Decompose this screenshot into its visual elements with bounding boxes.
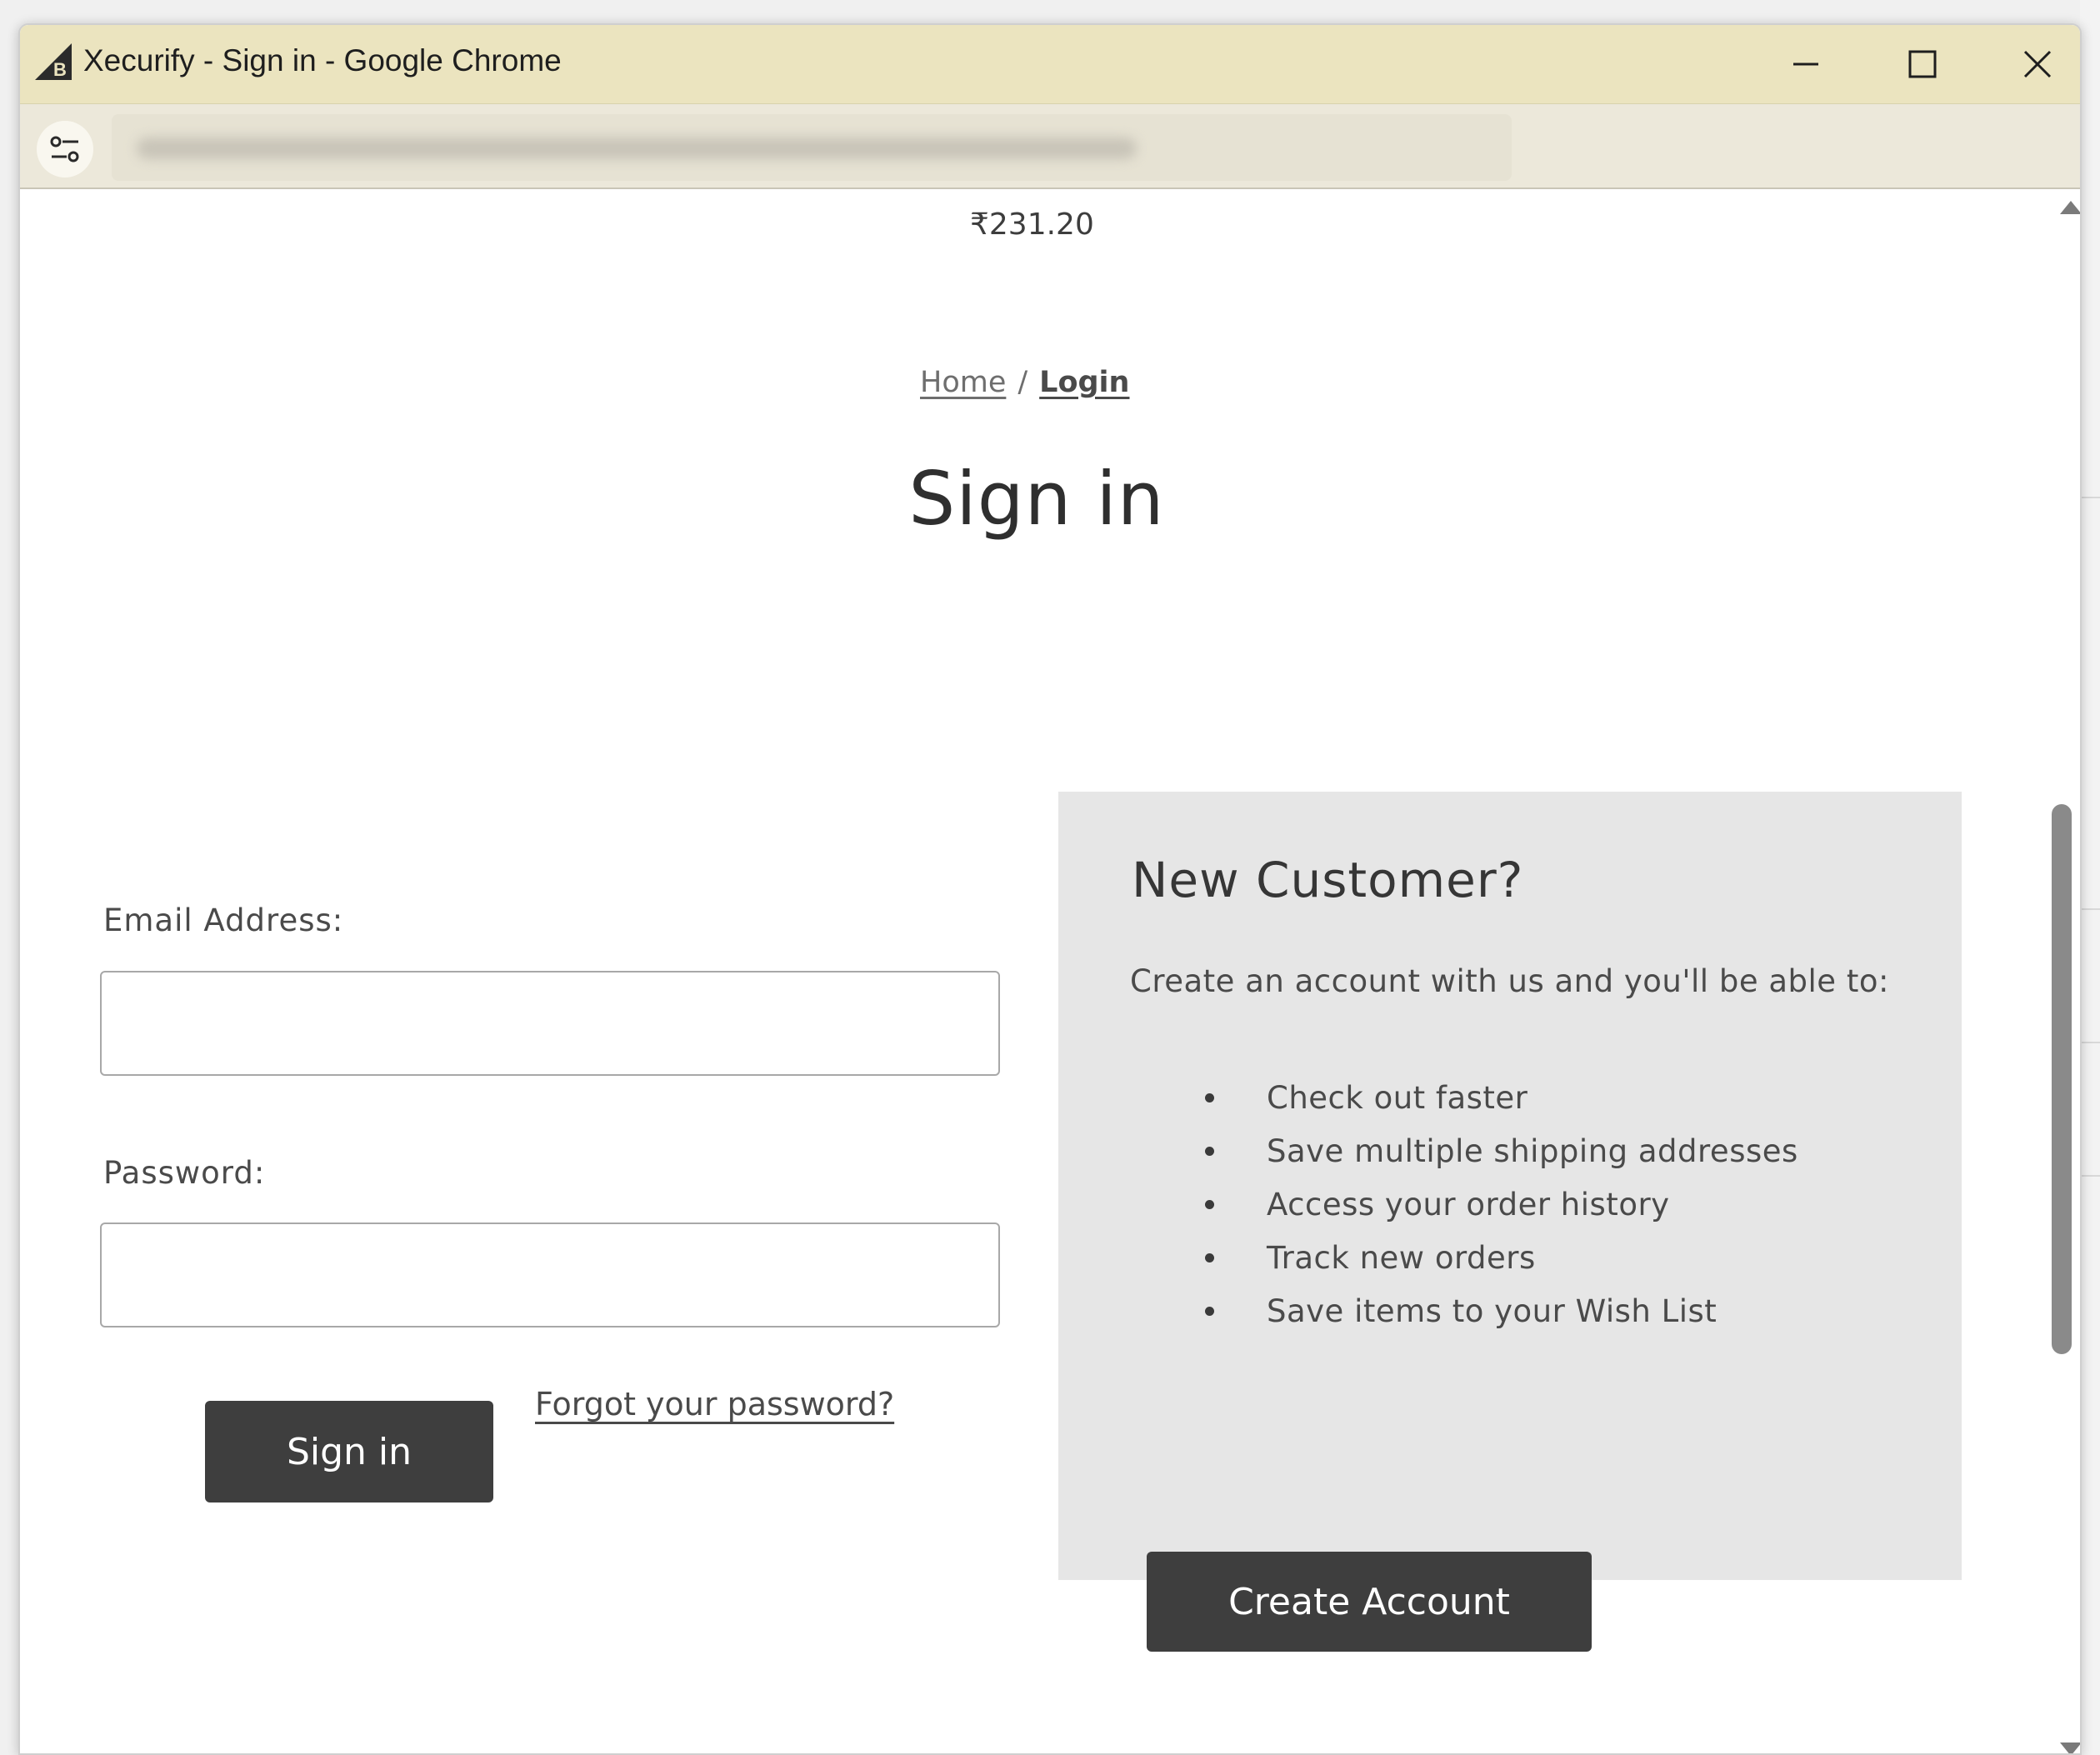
site-info-button[interactable] xyxy=(37,121,93,178)
window-title: Xecurify - Sign in - Google Chrome xyxy=(83,43,562,78)
email-field[interactable] xyxy=(100,971,1000,1076)
bullet-icon xyxy=(1205,1093,1214,1102)
forgot-password-link[interactable]: Forgot your password? xyxy=(535,1386,894,1422)
breadcrumb-separator: / xyxy=(1018,366,1028,399)
password-field[interactable] xyxy=(100,1222,1000,1328)
benefit-text: Save multiple shipping addresses xyxy=(1267,1133,1798,1169)
bullet-icon xyxy=(1205,1307,1214,1316)
blurred-url xyxy=(137,138,1137,159)
list-item: Track new orders xyxy=(1058,1232,1962,1285)
benefit-text: Save items to your Wish List xyxy=(1267,1293,1718,1329)
benefit-text: Track new orders xyxy=(1267,1240,1536,1276)
page-title: Sign in xyxy=(908,456,1165,542)
bullet-icon xyxy=(1205,1253,1214,1262)
desktop-background xyxy=(2080,0,2100,1755)
new-customer-panel: New Customer? Create an account with us … xyxy=(1058,792,1962,1652)
bullet-icon xyxy=(1205,1147,1214,1156)
desktop-divider xyxy=(2080,908,2100,910)
scroll-up-arrow-icon[interactable] xyxy=(2058,199,2082,216)
new-customer-heading: New Customer? xyxy=(1132,852,1524,908)
cart-total: ₹231.20 xyxy=(970,208,1094,242)
password-label: Password: xyxy=(103,1155,266,1191)
new-customer-intro: Create an account with us and you'll be … xyxy=(1130,963,1889,999)
benefit-text: Check out faster xyxy=(1267,1080,1528,1116)
title-bar[interactable]: B Xecurify - Sign in - Google Chrome xyxy=(20,25,2080,104)
benefits-list: Check out faster Save multiple shipping … xyxy=(1058,1072,1962,1338)
close-icon xyxy=(2023,50,2052,78)
minimize-icon xyxy=(1793,62,1818,66)
breadcrumb-home-link[interactable]: Home xyxy=(920,366,1006,399)
list-item: Access your order history xyxy=(1058,1178,1962,1232)
scroll-down-arrow-icon[interactable] xyxy=(2058,1741,2082,1755)
create-account-button[interactable]: Create Account xyxy=(1147,1552,1592,1652)
list-item: Save items to your Wish List xyxy=(1058,1285,1962,1338)
breadcrumb-current-link[interactable]: Login xyxy=(1039,366,1129,399)
scrollbar-thumb[interactable] xyxy=(2052,804,2072,1354)
desktop-divider xyxy=(2080,497,2100,498)
browser-window: B Xecurify - Sign in - Google Chrome ₹23… xyxy=(18,23,2082,1755)
page-content: ₹231.20 Home / Login Sign in Email Address… xyxy=(20,189,2080,1753)
sign-in-button[interactable]: Sign in xyxy=(205,1401,493,1502)
email-label: Email Address: xyxy=(103,902,344,938)
list-item: Save multiple shipping addresses xyxy=(1058,1125,1962,1178)
list-item: Check out faster xyxy=(1058,1072,1962,1125)
svg-text:B: B xyxy=(53,59,67,80)
benefit-text: Access your order history xyxy=(1267,1187,1670,1222)
address-bar xyxy=(20,104,2080,189)
maximize-button[interactable] xyxy=(1868,25,1977,103)
desktop-divider xyxy=(2080,1042,2100,1043)
close-button[interactable] xyxy=(1983,25,2080,103)
tune-icon xyxy=(50,136,79,162)
bullet-icon xyxy=(1205,1200,1214,1209)
minimize-button[interactable] xyxy=(1752,25,1860,103)
bigcommerce-logo-icon: B xyxy=(35,43,72,80)
desktop-divider xyxy=(2080,1175,2100,1177)
breadcrumb: Home / Login xyxy=(920,366,1129,399)
maximize-icon xyxy=(1908,50,1937,78)
